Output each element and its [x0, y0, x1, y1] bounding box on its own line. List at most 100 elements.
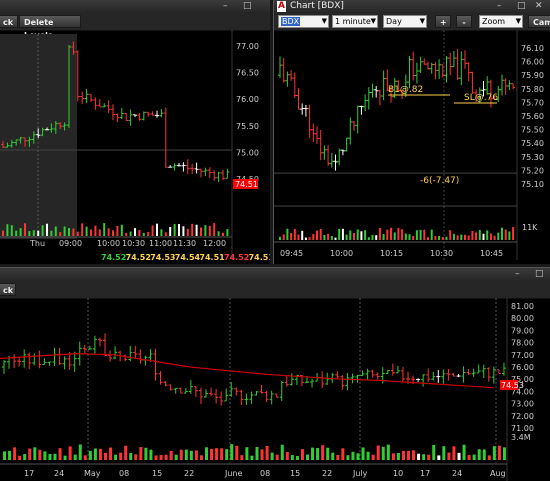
volume-bar: [28, 448, 32, 460]
volume-bar: [401, 450, 405, 460]
zoom-in-button[interactable]: +: [435, 15, 451, 28]
left-price-chart[interactable]: 77.0076.5076.0075.5075.0074.5074.51Thu09…: [0, 30, 270, 264]
volume-bar: [396, 452, 400, 460]
date-axis-label: June: [224, 469, 243, 478]
volume-bar: [285, 451, 289, 460]
volume-bar: [226, 229, 229, 236]
symbol-value: BDX: [281, 17, 301, 26]
camera-button[interactable]: Came: [528, 15, 550, 28]
left-back-button[interactable]: ck: [0, 15, 18, 28]
price-tick-label: 75.90: [521, 71, 544, 80]
moving-average-line: [0, 352, 495, 389]
bdx-price-chart[interactable]: 76.10 76.00 75.90 75.80 75.70 75.60 75.50 75.40…: [274, 30, 550, 264]
volume-bar: [438, 235, 441, 240]
volume-bar: [447, 452, 451, 460]
volume-bar: [2, 230, 4, 236]
volume-bar: [119, 452, 123, 460]
volume-bar: [90, 229, 92, 236]
period-dropdown[interactable]: Day ▼: [383, 15, 427, 28]
volume-bar: [441, 237, 444, 240]
volume-bar: [275, 454, 279, 460]
volume-bar: [19, 228, 22, 236]
volume-bar: [169, 450, 173, 460]
date-axis-label: 17: [420, 469, 430, 478]
volume-bar: [94, 225, 97, 236]
volume-bar: [412, 235, 415, 240]
time-axis-label: 09:00: [59, 239, 82, 248]
volume-bar: [508, 231, 511, 240]
volume-bar: [134, 454, 138, 460]
volume-bar: [430, 229, 433, 240]
volume-bar: [63, 455, 67, 460]
price-tick-label: 75.30: [521, 153, 544, 162]
volume-bar: [38, 449, 42, 460]
close-icon[interactable]: ✕: [535, 0, 543, 12]
app-logo-icon: A: [277, 1, 286, 12]
zoom-value: Zoom: [482, 17, 506, 26]
volume-bar: [250, 455, 254, 460]
left-window-titlebar[interactable]: [0, 0, 270, 14]
zoom-out-button[interactable]: -: [456, 15, 472, 28]
volume-bar: [492, 446, 496, 460]
volume-bar: [408, 234, 411, 240]
volume-bar: [160, 229, 163, 236]
volume-bar: [457, 452, 461, 460]
volume-bar: [151, 225, 154, 236]
bdx-window-titlebar[interactable]: A Chart [BDX] – □ ✕: [274, 0, 550, 14]
time-axis-label: 11:00: [149, 239, 172, 248]
daily-back-button[interactable]: ck: [0, 283, 16, 296]
volume-bar: [300, 449, 304, 460]
volume-bar: [482, 449, 486, 460]
daily-chart-window: – □ ck 81.00 80.00 79.00 78.00 77.00 76.00 75.…: [0, 267, 550, 481]
time-axis-label: 10:30: [430, 249, 453, 258]
volume-bar: [452, 446, 456, 460]
restore-icon[interactable]: □: [535, 268, 544, 280]
symbol-dropdown[interactable]: BDX ▼: [278, 15, 329, 28]
volume-bar: [59, 232, 62, 236]
volume-bar: [477, 449, 481, 460]
time-axis-label: 10:00: [330, 249, 353, 258]
volume-bar: [147, 231, 150, 236]
volume-bar: [63, 226, 66, 236]
minimize-icon[interactable]: –: [223, 0, 228, 12]
interval-dropdown[interactable]: 1 minute ▼: [332, 15, 378, 28]
volume-bar: [375, 235, 378, 240]
volume-bar: [493, 235, 496, 240]
volume-bar: [78, 444, 82, 460]
minimize-icon[interactable]: –: [497, 0, 502, 12]
volume-bar: [32, 230, 35, 236]
volume-bar: [442, 446, 446, 460]
volume-bar: [195, 224, 198, 236]
volume-bar: [462, 444, 466, 460]
volume-bar: [501, 227, 503, 240]
volume-bar: [76, 231, 79, 236]
volume-bar: [129, 231, 132, 236]
volume-bar: [98, 448, 102, 460]
price-tick-label: 75.10: [521, 180, 544, 189]
delete-levels-button[interactable]: Delete Levels: [19, 15, 81, 40]
date-axis-label: 15: [290, 469, 300, 478]
daily-window-titlebar[interactable]: [0, 268, 550, 282]
daily-price-chart[interactable]: 81.0080.0079.0078.0077.0076.0075.0074.00…: [0, 298, 550, 481]
volume-bar: [297, 234, 300, 240]
volume-bar: [164, 232, 167, 236]
volume-bar: [415, 230, 418, 240]
volume-bar: [18, 455, 22, 460]
chevron-down-icon: ▼: [419, 17, 425, 25]
volume-bar: [422, 454, 426, 460]
volume-bar: [191, 223, 194, 236]
restore-icon[interactable]: □: [243, 0, 252, 12]
bdx-chart-window: A Chart [BDX] – □ ✕ BDX ▼ 1 minute ▼ Day…: [273, 0, 550, 264]
volume-bar: [497, 232, 500, 240]
price-tick-label: 75.40: [521, 139, 544, 148]
volume-label: 3.4M: [511, 433, 531, 442]
volume-bar: [72, 228, 75, 236]
volume-bar: [200, 227, 202, 236]
minimize-icon[interactable]: –: [515, 268, 520, 280]
restore-icon[interactable]: □: [517, 0, 526, 12]
volume-bar: [316, 230, 318, 240]
price-tick-label: 76.00: [521, 58, 544, 67]
volume-bar: [326, 447, 330, 460]
zoom-dropdown[interactable]: Zoom ▼: [479, 15, 523, 28]
quote-value: 74.52: [126, 253, 151, 262]
